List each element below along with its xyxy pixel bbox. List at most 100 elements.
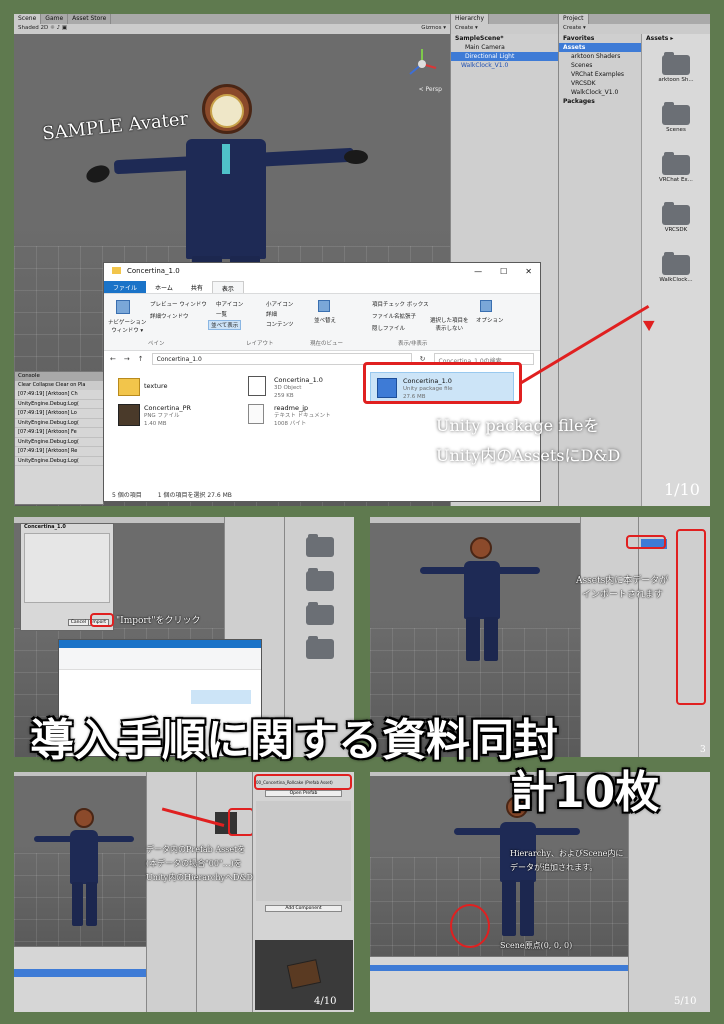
ribbon-tabs: ファイル ホーム 共有 表示 <box>104 281 540 293</box>
folder-label: Scenes <box>666 127 686 133</box>
forward-icon[interactable]: → <box>124 355 130 363</box>
cancel-button[interactable]: Cancel <box>67 619 89 626</box>
scene-gizmo-icon[interactable] <box>404 46 440 82</box>
view-small-icons[interactable]: 小アイコン <box>266 300 293 308</box>
project-tree-item[interactable]: WalkClock_V1.0 <box>559 88 641 97</box>
details-pane-button[interactable]: 詳細ウィンドウ <box>150 312 189 320</box>
project-tree-item[interactable]: arktoon Shaders <box>559 52 641 61</box>
assets-breadcrumb[interactable]: Assets ▸ <box>642 34 710 43</box>
up-icon[interactable]: ↑ <box>138 355 144 363</box>
project-tree-assets[interactable]: Assets <box>559 43 641 52</box>
highlight-import-button <box>90 613 114 627</box>
item-checkbox-toggle[interactable]: 項目チェック ボックス <box>372 300 429 308</box>
step5-page-number: 5/10 <box>674 996 697 1007</box>
ribbon: ナビゲーション ウィンドウ ▾ プレビュー ウィンドウ 詳細ウィンドウ ペイン … <box>104 293 540 351</box>
png-thumbnail-icon[interactable] <box>118 404 140 426</box>
folder-icon[interactable] <box>662 102 690 125</box>
project-tab-bar: Project <box>559 14 710 24</box>
console-line[interactable]: [07:49:19] [Arktoon] Re <box>15 447 103 457</box>
hierarchy-item[interactable]: Directional Light <box>451 52 558 61</box>
project-tree-item[interactable]: VRChat Examples <box>559 70 641 79</box>
concertina-model <box>286 959 322 989</box>
folder-icon <box>112 267 121 274</box>
hierarchy-create-button[interactable]: Create ▾ <box>455 25 478 31</box>
tab-view[interactable]: 表示 <box>211 281 244 293</box>
add-component-button[interactable]: Add Component <box>265 905 342 912</box>
console-line[interactable]: UnityEngine.Debug:Log( <box>15 419 103 428</box>
tab-file[interactable]: ファイル <box>104 281 147 293</box>
gizmos-menu[interactable]: Gizmos ▾ <box>421 25 446 31</box>
console-line[interactable]: [07:49:19] [Arktoon] Fe <box>15 428 103 438</box>
instruction-line-1: Unity package fileを <box>436 416 600 435</box>
hierarchy-item[interactable]: Main Camera <box>451 43 558 52</box>
project-tree-packages[interactable]: Packages <box>559 97 641 106</box>
tab-hierarchy[interactable]: Hierarchy <box>451 14 490 24</box>
hierarchy-scene[interactable]: SampleScene* <box>451 34 558 43</box>
nav-pane-button[interactable]: ナビゲーション ウィンドウ ▾ <box>108 318 146 334</box>
step5-origin-label: Scene原点(0, 0, 0) <box>500 941 573 950</box>
back-icon[interactable]: ← <box>110 355 116 363</box>
file-item[interactable]: texture <box>144 382 167 390</box>
preview-pane-button[interactable]: プレビュー ウィンドウ <box>150 300 207 308</box>
banner-line-1: 導入手順に関する資料同封 <box>30 715 558 766</box>
project-tree-item[interactable]: VRCSDK <box>559 79 641 88</box>
folder-label: arktoon Sh... <box>658 77 694 83</box>
tab-console[interactable]: Console <box>15 372 103 381</box>
highlight-unity-package <box>363 362 522 404</box>
options-icon[interactable] <box>480 300 492 312</box>
folder-icon[interactable] <box>662 52 690 75</box>
file-item[interactable]: Concertina_PR PNG ファイル 1.40 MB <box>144 404 191 428</box>
file-item[interactable]: Concertina_1.0 3D Object 259 KB <box>274 376 323 400</box>
folder-icon[interactable] <box>662 152 690 175</box>
persp-label[interactable]: < Persp <box>419 86 442 93</box>
3d-object-icon[interactable] <box>248 376 266 396</box>
tab-game[interactable]: Game <box>41 14 69 24</box>
console-toolbar[interactable]: Clear Collapse Clear on Pla <box>15 381 103 390</box>
minimize-icon[interactable]: — <box>474 267 482 277</box>
folder-icon[interactable] <box>662 252 690 275</box>
tab-scene[interactable]: Scene <box>14 14 42 24</box>
console-line[interactable]: UnityEngine.Debug:Log( <box>15 457 103 466</box>
nav-pane-icon[interactable] <box>116 300 130 314</box>
folder-label: VRCSDK <box>664 227 688 233</box>
file-item[interactable]: readme_jp テキスト ドキュメント 1008 バイト <box>274 404 331 428</box>
view-details[interactable]: 詳細 <box>266 310 277 318</box>
console-line[interactable]: UnityEngine.Debug:Log( <box>15 438 103 447</box>
scene-tab-bar: Scene Game Asset Store <box>14 14 450 24</box>
shading-mode[interactable]: Shaded 2D ☼ ♪ ▣ <box>18 25 67 31</box>
text-document-icon[interactable] <box>248 404 264 424</box>
console-line[interactable]: [07:49:19] [Arktoon] Lo <box>15 409 103 419</box>
close-icon[interactable]: ✕ <box>525 267 532 277</box>
options-button[interactable]: オプション <box>476 316 504 324</box>
folder-label: WalkClock... <box>659 277 693 283</box>
hierarchy-item[interactable]: WalkClock_V1.0 <box>451 61 558 70</box>
console-line[interactable]: [07:49:19] [Arktoon] Ch <box>15 390 103 400</box>
tab-project[interactable]: Project <box>559 14 589 24</box>
step3-page-number: 3 <box>700 745 706 755</box>
explorer-title: Concertina_1.0 <box>127 267 180 275</box>
folder-icon[interactable] <box>118 378 140 396</box>
step4-inspector: 00_Concertina_Rollcake (Prefab Asset) Op… <box>252 772 354 1012</box>
project-favorites[interactable]: Favorites <box>559 34 641 43</box>
open-prefab-button[interactable]: Open Prefab <box>265 790 342 797</box>
view-list[interactable]: 一覧 <box>216 310 227 318</box>
tab-asset-store[interactable]: Asset Store <box>68 14 112 24</box>
hidden-files-toggle[interactable]: 隠しファイル <box>372 324 405 332</box>
scene-toolbar: Shaded 2D ☼ ♪ ▣ Gizmos ▾ <box>14 24 450 34</box>
tab-home[interactable]: ホーム <box>146 281 182 293</box>
sort-button[interactable]: 並べ替え <box>314 316 336 324</box>
project-create-button[interactable]: Create ▾ <box>563 25 586 31</box>
current-view-group-label: 現在のビュー <box>310 341 344 347</box>
view-content[interactable]: コンテンツ <box>266 320 294 328</box>
sort-icon[interactable] <box>318 300 330 312</box>
view-tiles[interactable]: 並べて表示 <box>208 320 242 330</box>
folder-icon[interactable] <box>662 202 690 225</box>
highlight-assets-folder <box>626 535 666 549</box>
extension-toggle[interactable]: ファイル名拡張子 <box>372 312 416 320</box>
project-tree-item[interactable]: Scenes <box>559 61 641 70</box>
maximize-icon[interactable]: ☐ <box>500 267 507 277</box>
console-line[interactable]: UnityEngine.Debug:Log( <box>15 400 103 409</box>
view-medium-icons[interactable]: 中アイコン <box>216 300 243 308</box>
tab-share[interactable]: 共有 <box>182 281 212 293</box>
hide-selected-button[interactable]: 選択した項目を 表示しない <box>430 316 469 332</box>
